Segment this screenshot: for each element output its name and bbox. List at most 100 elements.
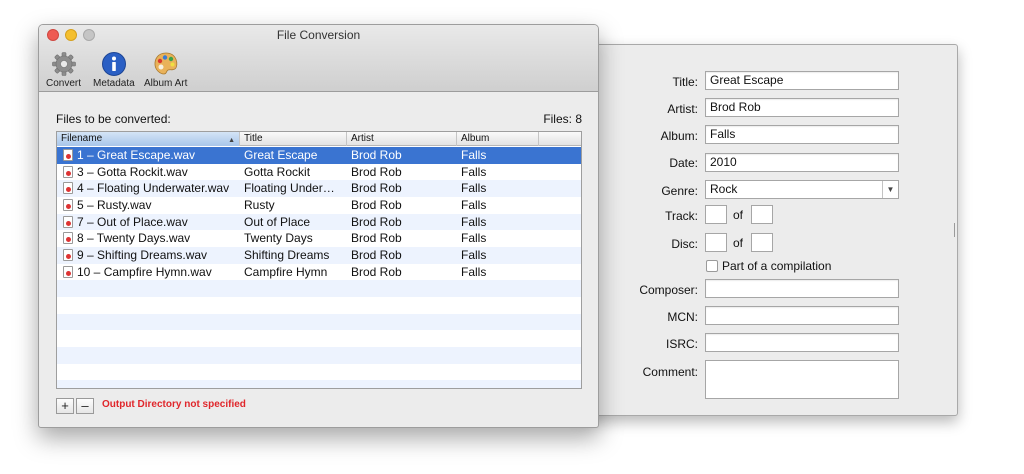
filename-cell: 1 – Great Escape.wav (77, 148, 196, 162)
table-row[interactable]: 5 – Rusty.wav Rusty Brod Rob Falls (57, 197, 581, 214)
album-cell: Falls (461, 231, 487, 246)
artist-cell: Brod Rob (351, 248, 402, 262)
table-row[interactable]: 7 – Out of Place.wav Out of Place Brod R… (57, 213, 581, 231)
artist-cell: Brod Rob (351, 164, 402, 179)
table-row[interactable]: 8 – Twenty Days.wav Twenty Days Brod Rob… (57, 230, 581, 247)
artist-cell: Brod Rob (351, 214, 402, 229)
title-field[interactable]: Great Escape (705, 71, 899, 90)
metadata-button[interactable]: Metadata (93, 51, 135, 89)
table-row[interactable]: 1 – Great Escape.wav Great Escape Brod R… (57, 147, 581, 164)
audio-file-icon (63, 265, 73, 278)
files-to-convert-label: Files to be converted: (56, 112, 171, 126)
isrc-field[interactable] (705, 333, 899, 352)
disc-total-field[interactable] (751, 233, 773, 252)
output-directory-status: Output Directory not specified (102, 399, 246, 410)
album-art-label: Album Art (144, 78, 188, 89)
album-cell: Falls (461, 214, 487, 229)
gear-icon (51, 52, 76, 76)
audio-file-icon (63, 149, 73, 161)
title-bar: File Conversion Convert Metadata Album A… (39, 25, 598, 92)
track-of-label: of (733, 208, 744, 222)
audio-file-icon (63, 182, 73, 195)
convert-button[interactable]: Convert (46, 51, 81, 89)
artist-cell: Brod Rob (351, 264, 402, 279)
empty-row (57, 380, 581, 388)
artist-cell: Brod Rob (351, 148, 402, 162)
audio-file-icon (63, 165, 73, 178)
album-cell: Falls (461, 198, 487, 212)
album-cell: Falls (461, 248, 487, 262)
artist-field[interactable]: Brod Rob (705, 98, 899, 117)
audio-file-icon (63, 232, 73, 245)
audio-file-icon (63, 215, 73, 228)
filename-cell: 10 – Campfire Hymn.wav (77, 264, 212, 279)
filename-cell: 4 – Floating Underwater.wav (77, 181, 230, 196)
column-header-artist[interactable]: Artist (347, 132, 457, 146)
drawer-resize-grip[interactable] (954, 223, 957, 237)
title-cell: Shifting Dreams (244, 248, 330, 262)
empty-row (57, 313, 581, 331)
title-cell: Gotta Rockit (244, 164, 311, 179)
column-header-label: Artist (351, 133, 374, 144)
files-table[interactable]: Filename ▲ Title Artist Album 1 – Great … (56, 131, 582, 389)
compilation-label: Part of a compilation (722, 259, 832, 273)
album-field[interactable]: Falls (705, 125, 899, 144)
metadata-label: Metadata (93, 78, 135, 89)
artist-cell: Brod Rob (351, 198, 402, 212)
file-conversion-window: File Conversion Convert Metadata Album A… (38, 24, 599, 428)
genre-value: Rock (710, 182, 738, 196)
table-row[interactable]: 10 – Campfire Hymn.wav Campfire Hymn Bro… (57, 264, 581, 281)
artist-cell: Brod Rob (351, 231, 402, 246)
album-art-button[interactable]: Album Art (144, 51, 187, 89)
table-row[interactable]: 4 – Floating Underwater.wav Floating Und… (57, 180, 581, 197)
audio-file-icon (63, 199, 73, 211)
comment-textarea[interactable] (705, 360, 899, 399)
add-file-button[interactable]: + (56, 398, 74, 414)
title-cell: Twenty Days (244, 231, 313, 246)
column-header-label: Album (461, 133, 490, 144)
table-row[interactable]: 3 – Gotta Rockit.wav Gotta Rockit Brod R… (57, 164, 581, 181)
title-cell: Floating Under… (244, 181, 335, 196)
audio-file-icon (63, 249, 73, 261)
track-total-field[interactable] (751, 205, 773, 224)
filename-cell: 3 – Gotta Rockit.wav (77, 164, 188, 179)
genre-select[interactable]: Rock ▼ (705, 180, 899, 199)
date-field[interactable]: 2010 (705, 153, 899, 172)
files-count: Files: 8 (543, 112, 582, 126)
compilation-checkbox[interactable] (706, 260, 718, 272)
filename-cell: 8 – Twenty Days.wav (77, 231, 191, 246)
filename-cell: 7 – Out of Place.wav (77, 214, 188, 229)
remove-file-button[interactable]: – (76, 398, 94, 414)
column-header-filename[interactable]: Filename ▲ (57, 132, 240, 146)
title-cell: Rusty (244, 198, 275, 212)
empty-row (57, 347, 581, 364)
composer-field[interactable] (705, 279, 899, 298)
window-title: File Conversion (276, 28, 361, 42)
title-cell: Great Escape (244, 148, 318, 162)
column-header-label: Filename (61, 133, 103, 144)
info-icon (101, 52, 126, 76)
disc-number-field[interactable] (705, 233, 727, 252)
column-header-label: Title (244, 133, 263, 144)
album-cell: Falls (461, 181, 487, 196)
palette-icon (154, 52, 177, 75)
artist-cell: Brod Rob (351, 181, 402, 196)
title-cell: Out of Place (244, 214, 311, 229)
mcn-field[interactable] (705, 306, 899, 325)
filename-cell: 5 – Rusty.wav (77, 198, 152, 212)
table-row[interactable]: 9 – Shifting Dreams.wav Shifting Dreams … (57, 247, 581, 264)
dropdown-arrow-icon: ▼ (882, 181, 898, 198)
album-cell: Falls (461, 148, 487, 162)
convert-label: Convert (46, 78, 82, 89)
empty-row (57, 280, 581, 297)
metadata-drawer: Title: Great Escape Artist: Brod Rob Alb… (580, 44, 958, 416)
album-cell: Falls (461, 264, 487, 279)
title-cell: Campfire Hymn (244, 264, 328, 279)
disc-of-label: of (733, 236, 744, 250)
table-header: Filename ▲ Title Artist Album (57, 132, 581, 146)
sort-ascending-icon: ▲ (228, 137, 235, 144)
filename-cell: 9 – Shifting Dreams.wav (77, 248, 208, 262)
column-header-album[interactable]: Album (457, 132, 539, 146)
column-header-title[interactable]: Title (240, 132, 347, 146)
track-number-field[interactable] (705, 205, 727, 224)
